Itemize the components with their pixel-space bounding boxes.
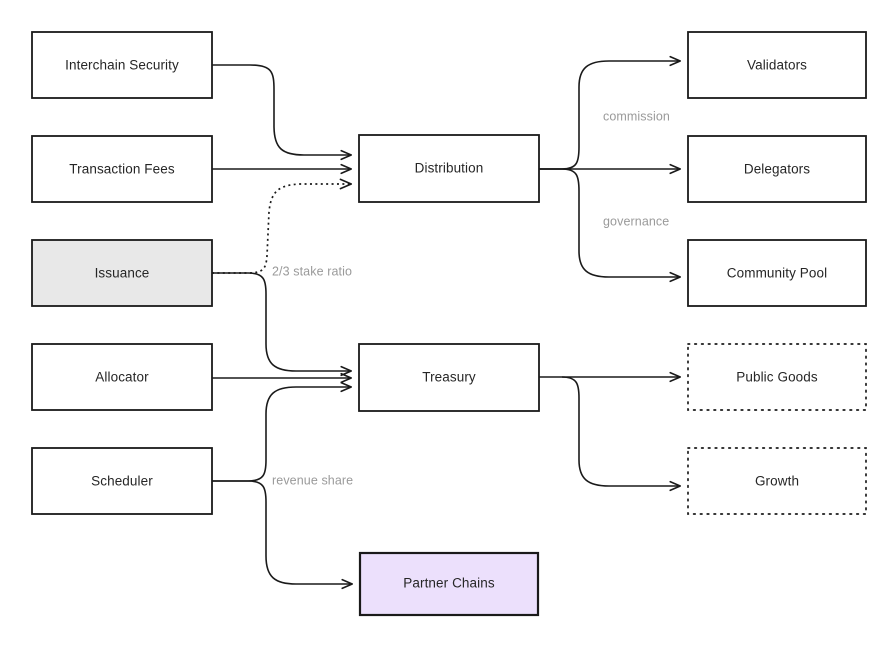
node-distribution[interactable]: Distribution [358, 134, 540, 203]
node-community-pool-label: Community Pool [727, 266, 827, 281]
node-allocator[interactable]: Allocator [31, 343, 213, 411]
node-delegators-label: Delegators [744, 162, 810, 177]
flow-diagram-canvas: 2/3 stake ratio revenue share commission… [0, 0, 889, 652]
diagram-svg: 2/3 stake ratio revenue share commission… [31, 31, 867, 617]
node-partner-chains[interactable]: Partner Chains [358, 551, 540, 617]
node-allocator-label: Allocator [95, 370, 149, 385]
node-validators-label: Validators [747, 58, 807, 73]
node-layer: Interchain Security Transaction Fees Iss… [31, 31, 867, 617]
node-scheduler-label: Scheduler [91, 474, 153, 489]
node-partner-chains-label: Partner Chains [403, 576, 495, 591]
node-transaction-fees-label: Transaction Fees [69, 162, 175, 177]
node-treasury-label: Treasury [422, 370, 476, 385]
node-interchain-security-label: Interchain Security [65, 58, 179, 73]
edge-label-revenue-share: revenue share [272, 473, 353, 487]
node-distribution-label: Distribution [415, 161, 484, 176]
edge-interchain-security-to-distribution [212, 64, 351, 155]
edge-treasury-to-growth [561, 376, 680, 486]
edge-issuance-to-distribution [212, 184, 351, 274]
node-transaction-fees[interactable]: Transaction Fees [31, 135, 213, 203]
edge-issuance-to-treasury [212, 272, 351, 371]
node-treasury[interactable]: Treasury [358, 343, 540, 412]
node-issuance[interactable]: Issuance [31, 239, 213, 307]
edge-label-commission: commission [603, 109, 670, 123]
node-growth[interactable]: Growth [687, 447, 867, 515]
node-issuance-label: Issuance [95, 266, 150, 281]
node-delegators[interactable]: Delegators [687, 135, 867, 203]
edge-label-governance: governance [603, 214, 669, 228]
node-validators[interactable]: Validators [687, 31, 867, 99]
node-community-pool[interactable]: Community Pool [687, 239, 867, 307]
node-public-goods-label: Public Goods [736, 370, 818, 385]
node-public-goods[interactable]: Public Goods [687, 343, 867, 411]
node-scheduler[interactable]: Scheduler [31, 447, 213, 515]
node-growth-label: Growth [755, 474, 799, 489]
edge-scheduler-to-treasury [212, 387, 351, 482]
edge-label-stake-ratio: 2/3 stake ratio [272, 264, 352, 278]
node-interchain-security[interactable]: Interchain Security [31, 31, 213, 99]
edge-scheduler-to-partner-chains [212, 480, 352, 584]
